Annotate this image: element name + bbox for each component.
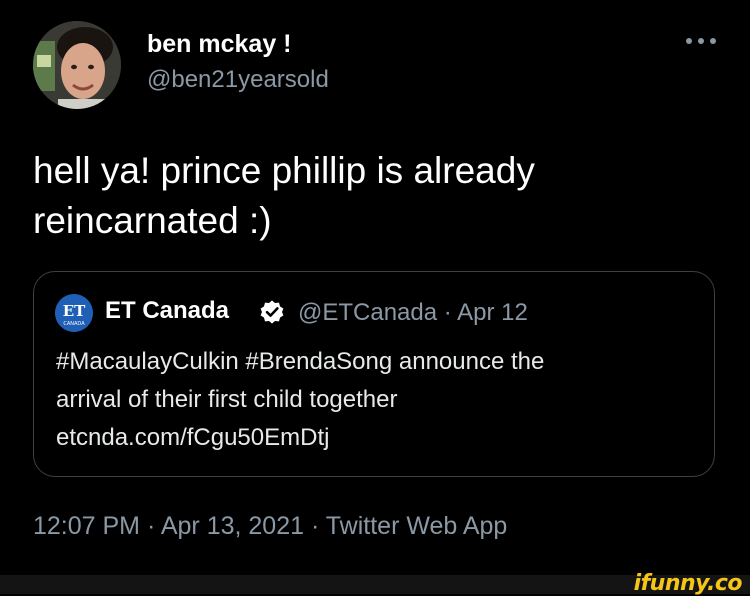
quoted-display-name[interactable]: ET Canada	[105, 297, 229, 325]
tweet-text-line: hell ya! prince phillip is already	[33, 150, 535, 191]
quoted-tweet-text: #MacaulayCulkin #BrendaSong announce the…	[56, 343, 701, 457]
avatar-photo	[33, 21, 121, 109]
tweet-card: ben mckay ! @ben21yearsold hell ya! prin…	[0, 0, 750, 575]
author-display-name[interactable]: ben mckay !	[147, 30, 292, 59]
logo-text: ET	[63, 302, 86, 320]
more-options-button[interactable]	[684, 30, 718, 52]
quoted-text-line: arrival of their first child together	[56, 386, 398, 413]
author-avatar[interactable]	[33, 21, 121, 109]
quoted-text-line: #MacaulayCulkin #BrendaSong announce the	[56, 348, 545, 375]
more-dots-icon	[686, 38, 716, 44]
ifunny-watermark: ifunny.co	[633, 571, 743, 596]
logo-subtext: CANADA	[63, 321, 85, 327]
verified-badge-icon	[260, 300, 284, 324]
quoted-link[interactable]: etcnda.com/fCgu50EmDtj	[56, 419, 701, 457]
et-canada-logo: ET CANADA	[55, 294, 93, 332]
quoted-handle-and-date: @ETCanada · Apr 12	[298, 299, 528, 326]
tweet-timestamp[interactable]: 12:07 PM · Apr 13, 2021 · Twitter Web Ap…	[33, 512, 507, 541]
quoted-author-avatar[interactable]: ET CANADA	[55, 294, 93, 332]
tweet-text-line: reincarnated :)	[33, 200, 272, 241]
quoted-tweet[interactable]: ET CANADA ET Canada @ETCanada · Apr 12 #…	[33, 271, 715, 477]
tweet-text: hell ya! prince phillip is already reinc…	[33, 146, 713, 246]
author-handle[interactable]: @ben21yearsold	[147, 66, 329, 94]
